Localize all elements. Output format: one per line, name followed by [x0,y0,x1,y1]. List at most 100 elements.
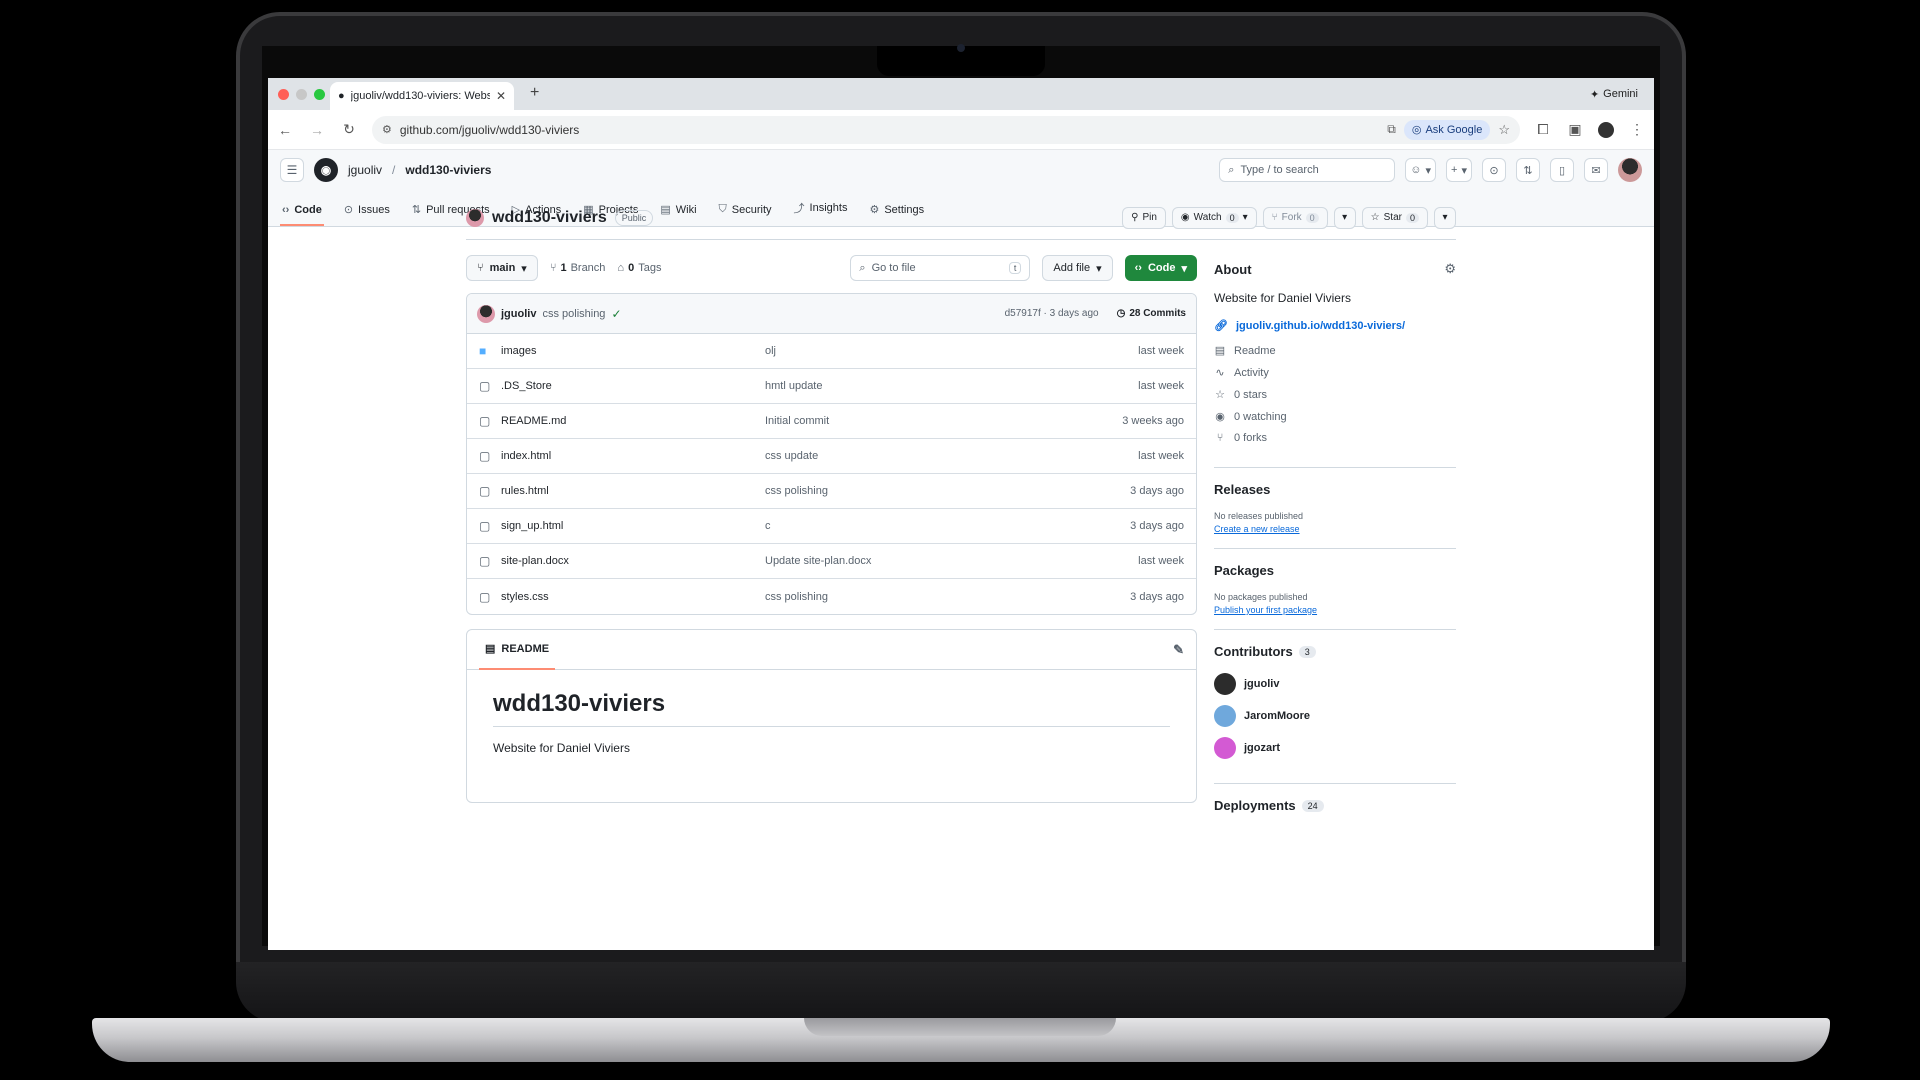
homepage-link[interactable]: 🔗︎ jguoliv.github.io/wdd130-viviers/ [1214,319,1456,333]
readme-tab[interactable]: ▤ README [479,630,556,670]
address-bar[interactable]: ⚙ github.com/jguoliv/wdd130-viviers ⧉ ◎ … [372,115,1520,144]
extensions-icon[interactable]: ⧠ [1534,121,1552,138]
table-row[interactable]: ▢ rules.html css polishing 3 days ago [467,474,1196,509]
bookmark-star-icon[interactable]: ☆ [1498,122,1510,138]
url-text[interactable]: github.com/jguoliv/wdd130-viviers [400,123,1379,137]
gear-icon[interactable]: ⚙ [1444,261,1456,277]
pencil-icon[interactable]: ✎ [1173,642,1184,658]
new-tab-icon[interactable]: + [530,84,539,102]
fork-dropdown-button[interactable]: ▾ [1333,206,1356,229]
breadcrumb-repo[interactable]: wdd130-viviers [405,163,491,177]
file-name[interactable]: site-plan.docx [495,555,765,567]
create-new-button[interactable]: + ▾ [1446,158,1472,182]
close-icon[interactable]: ✕ [496,89,506,103]
pull-requests-button[interactable]: ⇅ [1516,158,1540,182]
file-name[interactable]: rules.html [495,485,765,497]
go-to-file-input[interactable]: ⌕ Go to file t [850,255,1031,281]
file-commit-message[interactable]: css polishing [765,591,1130,603]
contributor-name[interactable]: JaromMoore [1244,710,1310,722]
table-row[interactable]: ▢ .DS_Store hmtl update last week [467,369,1196,404]
add-file-button[interactable]: Add file ▾ [1042,255,1113,281]
file-commit-message[interactable]: olj [765,345,1138,357]
copilot-button[interactable]: ☺ ▾ [1405,158,1437,182]
star-dropdown-button[interactable]: ▾ [1434,206,1456,229]
avatar[interactable] [477,304,495,323]
contributors-heading[interactable]: Contributors [1214,644,1293,659]
file-commit-message[interactable]: css update [765,450,1138,462]
about-item[interactable]: ▤ Readme [1214,344,1456,358]
table-row[interactable]: ▢ site-plan.docx Update site-plan.docx last… [467,544,1196,579]
avatar[interactable] [1618,158,1642,182]
releases-heading[interactable]: Releases [1214,482,1456,497]
tags-link[interactable]: ⌂ 0 Tags [617,262,661,274]
table-row[interactable]: ▢ index.html css update last week [467,439,1196,474]
packages-heading[interactable]: Packages [1214,563,1456,578]
table-row[interactable]: ▢ styles.css css polishing 3 days ago [467,579,1196,614]
about-item[interactable]: ∿ Activity [1214,366,1456,380]
maximize-window-button[interactable] [314,88,325,100]
tab-issues[interactable]: ⊙ Issues [342,203,392,226]
file-commit-message[interactable]: Update site-plan.docx [765,555,1138,567]
install-icon[interactable]: ⧉ [1387,122,1396,137]
repo-name[interactable]: wdd130-viviers [492,209,607,227]
file-name[interactable]: sign_up.html [495,520,765,532]
commit-message[interactable]: css polishing [542,308,605,320]
file-name[interactable]: .DS_Store [495,380,765,392]
profile-avatar[interactable] [1598,121,1614,138]
repositories-button[interactable]: ▯ [1550,158,1574,182]
about-item[interactable]: ☆ 0 stars [1214,388,1456,402]
breadcrumb-owner[interactable]: jguoliv [348,163,382,177]
contributor[interactable]: jgozart [1214,737,1456,759]
gemini-button[interactable]: ✦ Gemini [1582,84,1646,104]
file-commit-message[interactable]: Initial commit [765,415,1122,427]
file-name[interactable]: images [495,345,765,357]
publish-package-link[interactable]: Publish your first package [1214,605,1456,615]
file-commit-message[interactable]: css polishing [765,485,1130,497]
browser-tab[interactable]: ● jguoliv/wdd130-viviers: Website ✕ [330,82,514,110]
issues-button[interactable]: ⊙ [1482,158,1506,182]
file-name[interactable]: README.md [495,415,765,427]
avatar[interactable] [1214,737,1236,759]
about-item[interactable]: ◉ 0 watching [1214,410,1456,424]
minimize-window-button[interactable] [296,88,307,100]
check-icon[interactable]: ✓ [611,307,621,321]
contributor[interactable]: jguoliv [1214,673,1456,695]
back-arrow-icon[interactable]: ← [276,122,294,138]
more-options-icon[interactable]: ⋮ [1628,121,1646,138]
forward-arrow-icon[interactable]: → [308,122,326,138]
file-name[interactable]: index.html [495,450,765,462]
tab-code[interactable]: ‹› Code [280,204,324,226]
star-button[interactable]: ☆ Star 0 [1361,206,1428,229]
file-commit-message[interactable]: hmtl update [765,380,1138,392]
contributor-name[interactable]: jguoliv [1244,678,1279,690]
table-row[interactable]: ▢ README.md Initial commit 3 weeks ago [467,404,1196,439]
commit-author[interactable]: jguoliv [501,308,536,320]
watch-button[interactable]: ◉ Watch 0 ▾ [1171,206,1257,229]
site-settings-icon[interactable]: ⚙ [382,123,392,136]
file-name[interactable]: styles.css [495,591,765,603]
ask-google-button[interactable]: ◎ Ask Google [1403,119,1491,140]
create-release-link[interactable]: Create a new release [1214,524,1456,534]
branch-selector[interactable]: ⑂ main ▾ [466,255,538,281]
branches-link[interactable]: ⑂ 1 Branch [550,262,606,274]
inbox-button[interactable]: ✉ [1584,158,1608,182]
fork-button[interactable]: ⑂ Fork 0 [1262,206,1328,229]
pin-button[interactable]: ⚲ Pin [1122,206,1166,229]
table-row[interactable]: ▢ sign_up.html c 3 days ago [467,509,1196,544]
reload-icon[interactable]: ↻ [340,121,358,138]
contributor[interactable]: JaromMoore [1214,705,1456,727]
code-button[interactable]: ‹› Code ▾ [1124,255,1197,281]
avatar[interactable] [1214,673,1236,695]
close-window-button[interactable] [278,88,289,100]
search-input[interactable]: ⌕ Type / to search [1219,158,1396,182]
reading-list-icon[interactable]: ▣ [1566,121,1584,138]
avatar[interactable] [1214,705,1236,727]
table-row[interactable]: ■ images olj last week [467,334,1196,369]
commits-link[interactable]: ◷ 28 Commits [1117,308,1186,319]
github-logo-icon[interactable]: ◉ [314,158,338,182]
contributor-name[interactable]: jgozart [1244,742,1280,754]
file-commit-message[interactable]: c [765,520,1130,532]
menu-icon[interactable]: ☰ [280,158,304,182]
deployments-heading[interactable]: Deployments [1214,798,1296,813]
about-item[interactable]: ⑂ 0 forks [1214,432,1456,444]
